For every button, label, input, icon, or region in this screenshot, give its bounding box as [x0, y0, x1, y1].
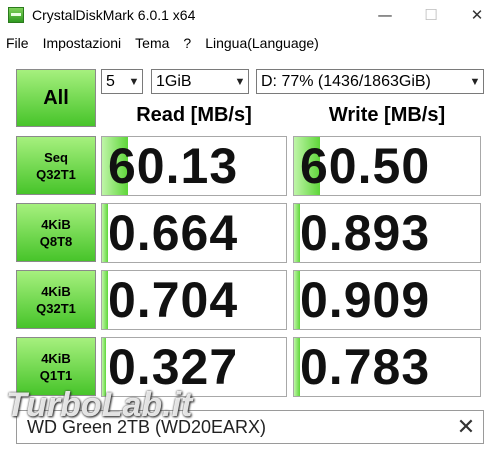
- menu-file[interactable]: File: [6, 35, 29, 51]
- all-tests-button[interactable]: All: [16, 69, 96, 127]
- window-title: CrystalDiskMark 6.0.1 x64: [32, 7, 196, 23]
- test-count-select[interactable]: 5 ▼: [101, 69, 143, 94]
- chevron-down-icon: ▼: [234, 75, 246, 88]
- maximize-button[interactable]: ☐: [408, 0, 454, 30]
- write-progress-bar: [294, 338, 300, 396]
- menu-impostazioni[interactable]: Impostazioni: [43, 35, 122, 51]
- test-size-value: 1GiB: [156, 72, 192, 90]
- title-bar: CrystalDiskMark 6.0.1 x64 — ☐ ✕: [0, 0, 500, 30]
- read-value: 0.664: [108, 205, 239, 261]
- chevron-down-icon: ▼: [128, 75, 140, 88]
- test-label-line2: Q32T1: [36, 300, 76, 316]
- window-controls: — ☐ ✕: [362, 0, 500, 30]
- chevron-down-icon: ▼: [469, 75, 481, 88]
- write-value: 0.909: [300, 272, 431, 328]
- minimize-button[interactable]: —: [362, 0, 408, 30]
- write-progress-bar: [294, 271, 300, 329]
- read-result-seq-q32t1: 60.13: [101, 136, 287, 196]
- test-button-4kib-q8t8[interactable]: 4KiB Q8T8: [16, 203, 96, 262]
- write-value: 0.783: [300, 339, 431, 395]
- write-value: 60.50: [300, 138, 431, 194]
- drive-select[interactable]: D: 77% (1436/1863GiB) ▼: [256, 69, 484, 94]
- test-label-line2: Q1T1: [39, 367, 73, 383]
- read-value: 60.13: [108, 138, 239, 194]
- read-result-4kib-q8t8: 0.664: [101, 203, 287, 263]
- clear-comment-icon[interactable]: ✕: [449, 414, 483, 440]
- test-label-line2: Q32T1: [36, 166, 76, 182]
- write-result-4kib-q32t1: 0.909: [293, 270, 481, 330]
- test-count-value: 5: [106, 72, 115, 90]
- write-value: 0.893: [300, 205, 431, 261]
- turbolab-watermark-logo: TurboLab.it: [6, 386, 193, 424]
- read-value: 0.704: [108, 272, 239, 328]
- write-header: Write [MB/s]: [328, 103, 446, 126]
- drive-value: D: 77% (1436/1863GiB): [261, 72, 431, 90]
- write-result-seq-q32t1: 60.50: [293, 136, 481, 196]
- menu-help[interactable]: ?: [183, 35, 191, 51]
- test-size-select[interactable]: 1GiB ▼: [151, 69, 249, 94]
- test-button-4kib-q32t1[interactable]: 4KiB Q32T1: [16, 270, 96, 329]
- test-label-line1: 4KiB: [41, 350, 71, 366]
- test-button-seq-q32t1[interactable]: Seq Q32T1: [16, 136, 96, 195]
- menu-tema[interactable]: Tema: [135, 35, 169, 51]
- read-progress-bar: [102, 271, 108, 329]
- read-progress-bar: [102, 204, 108, 262]
- menu-language[interactable]: Lingua(Language): [205, 35, 319, 51]
- test-label-line1: Seq: [44, 149, 68, 165]
- test-label-line1: 4KiB: [41, 216, 71, 232]
- read-header: Read [MB/s]: [136, 103, 252, 126]
- test-label-line2: Q8T8: [39, 233, 73, 249]
- close-button[interactable]: ✕: [454, 0, 500, 30]
- write-progress-bar: [294, 204, 300, 262]
- test-label-line1: 4KiB: [41, 283, 71, 299]
- crystaldiskmark-app-icon: [8, 7, 24, 23]
- write-result-4kib-q8t8: 0.893: [293, 203, 481, 263]
- write-result-4kib-q1t1: 0.783: [293, 337, 481, 397]
- menu-bar: File Impostazioni Tema ? Lingua(Language…: [0, 31, 500, 55]
- read-result-4kib-q32t1: 0.704: [101, 270, 287, 330]
